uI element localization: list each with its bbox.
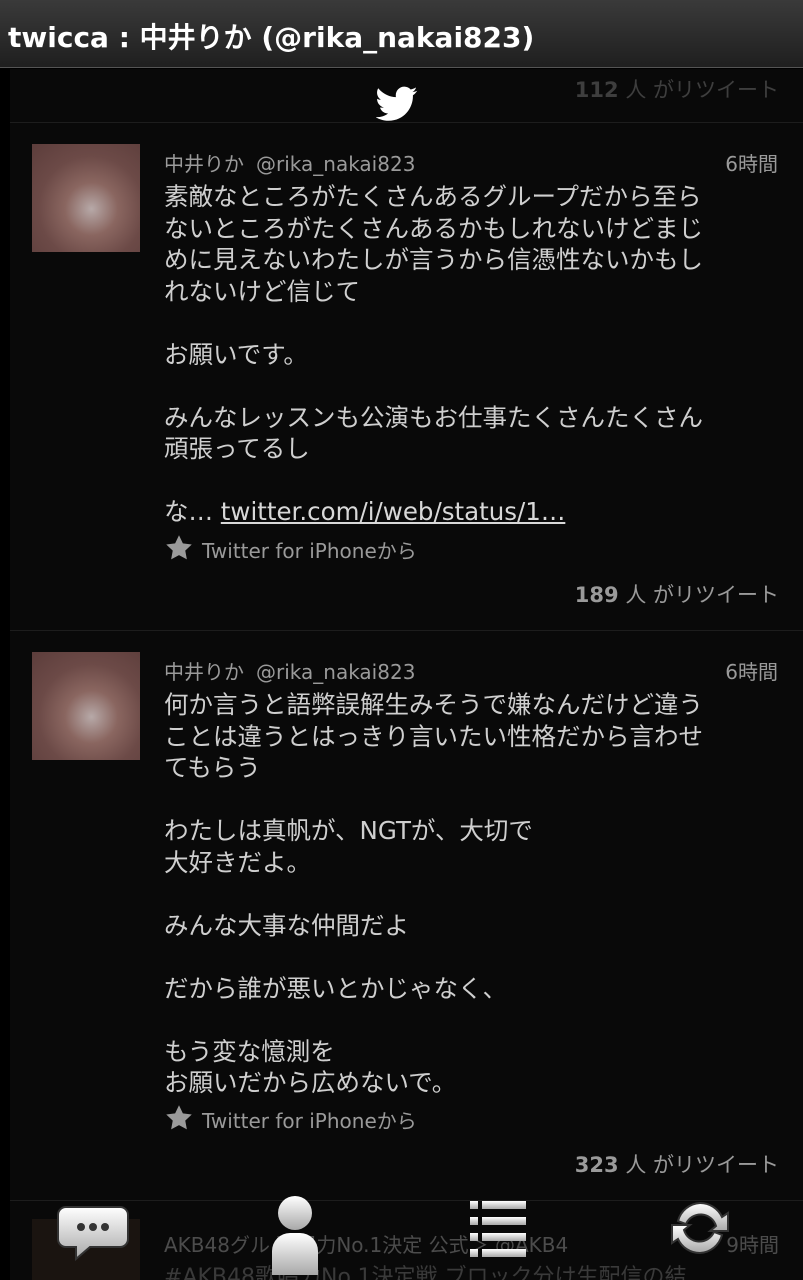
tweet-source: Twitter for iPhoneから	[164, 1103, 417, 1134]
tweet-source: Twitter for iPhoneから	[164, 533, 417, 564]
retweet-suffix: 人 がリツイート	[625, 583, 779, 607]
bottom-toolbar	[0, 1185, 803, 1280]
tweet-text: 何か言うと語弊誤解生みそうで嫌なんだけど違う ことは違うとはっきり言いたい性格だ…	[164, 689, 778, 1099]
tweet-text: 素敵なところがたくさんあるグループだから至ら ないところがたくさんあるかもしれな…	[164, 181, 778, 528]
star-icon[interactable]	[164, 533, 194, 563]
tweet-item[interactable]: 中井りか @rika_nakai823 6時間 素敵なところがたくさんあるグループ…	[10, 123, 803, 629]
previous-retweet-count: 112 人 がリツイート	[575, 74, 779, 104]
tweet-item[interactable]: 中井りか @rika_nakai823 6時間 何か言うと語弊誤解生みそうで嫌なん…	[10, 631, 803, 1199]
tweet-text-content: 何か言うと語弊誤解生みそうで嫌なんだけど違う ことは違うとはっきり言いたい性格だ…	[164, 690, 703, 1097]
retweet-suffix: 人 がリツイート	[625, 1153, 779, 1177]
source-label: Twitter for iPhoneから	[202, 539, 417, 563]
source-label: Twitter for iPhoneから	[202, 1109, 417, 1133]
avatar[interactable]	[32, 652, 140, 760]
timeline[interactable]: 112 人 がリツイート 中井りか @rika_nakai823 6時間 素敵なと…	[10, 69, 803, 1280]
retweet-count: 189 人 がリツイート	[575, 579, 779, 609]
retweet-count: 323 人 がリツイート	[575, 1149, 779, 1179]
previous-retweet-number: 112	[574, 78, 619, 102]
previous-retweet-suffix: 人 がリツイート	[625, 78, 779, 102]
title-bar: twicca : 中井りか (@rika_nakai823)	[0, 0, 803, 68]
tweet-time: 6時間	[725, 660, 778, 684]
user-handle: @rika_nakai823	[256, 660, 416, 684]
profile-icon[interactable]	[250, 1185, 340, 1275]
retweet-number: 323	[574, 1153, 619, 1177]
tweet-link[interactable]: twitter.com/i/web/status/1…	[221, 497, 566, 526]
twitter-bird-icon	[376, 86, 418, 121]
tweet-time: 6時間	[725, 152, 778, 176]
tweet-meta: 中井りか @rika_nakai823 6時間	[164, 148, 778, 176]
tweet-text-content: 素敵なところがたくさんあるグループだから至ら ないところがたくさんあるかもしれな…	[164, 182, 703, 526]
star-icon[interactable]	[164, 1103, 194, 1133]
tweet-meta: 中井りか @rika_nakai823 6時間	[164, 656, 778, 684]
refresh-icon[interactable]	[655, 1185, 745, 1275]
user-handle: @rika_nakai823	[256, 152, 416, 176]
avatar[interactable]	[32, 144, 140, 252]
reply-icon[interactable]	[48, 1185, 138, 1275]
user-name: 中井りか	[164, 660, 244, 684]
user-name: 中井りか	[164, 152, 244, 176]
retweet-number: 189	[574, 583, 619, 607]
window-title: twicca : 中井りか (@rika_nakai823)	[8, 21, 535, 54]
list-icon[interactable]	[452, 1185, 542, 1275]
